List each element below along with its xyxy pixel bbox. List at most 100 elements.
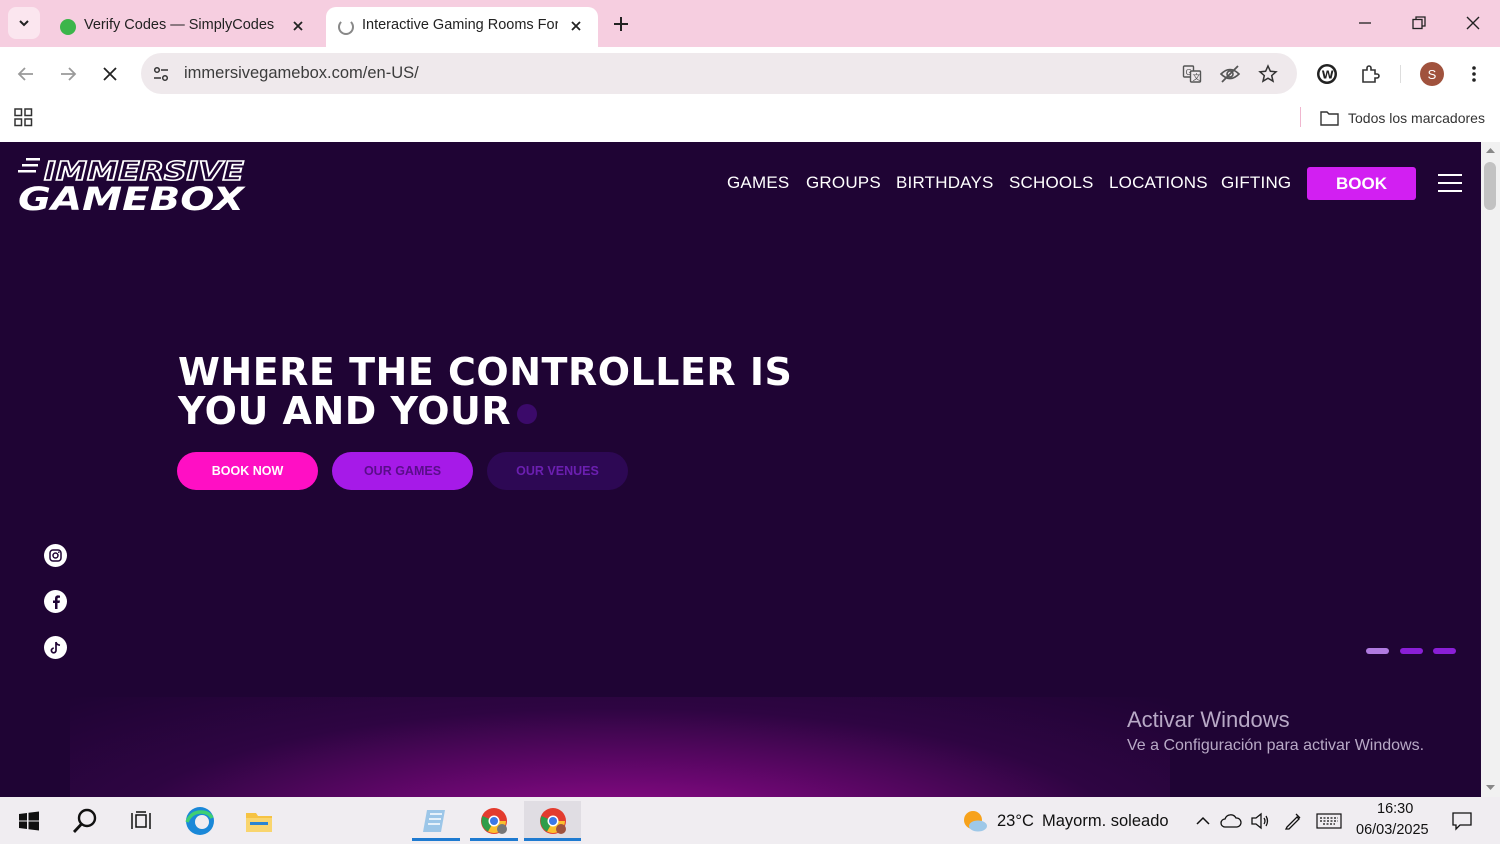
running-indicator [524, 838, 581, 841]
weather-description[interactable]: Mayorm. soleado [1042, 812, 1169, 831]
chrome-app-icon-active[interactable] [524, 801, 581, 841]
bottom-glow [70, 697, 1170, 797]
avatar: S [1420, 62, 1444, 86]
notepad-app-icon[interactable] [412, 801, 460, 841]
tab-search-button[interactable] [8, 7, 40, 39]
close-tab-icon[interactable] [566, 16, 586, 36]
extension-wordpress-icon[interactable]: W [1314, 61, 1340, 87]
apps-grid-icon[interactable] [14, 108, 33, 132]
restore-icon [1412, 16, 1426, 30]
minimize-icon [1359, 22, 1371, 24]
windows-start-icon[interactable] [14, 801, 44, 841]
svg-text:文: 文 [1193, 72, 1201, 82]
menu-kebab-icon[interactable] [1461, 61, 1487, 87]
running-indicator [412, 838, 460, 841]
bookmark-star-icon[interactable] [1257, 63, 1279, 85]
close-icon [1466, 16, 1480, 30]
our-venues-button[interactable]: OUR VENUES [487, 452, 628, 490]
nav-groups[interactable]: GROUPS [806, 173, 881, 193]
close-window-button[interactable] [1453, 8, 1493, 38]
pen-icon[interactable] [1281, 801, 1305, 841]
edge-browser-icon[interactable] [183, 801, 217, 841]
our-games-button[interactable]: OUR GAMES [332, 452, 473, 490]
folder-icon [1320, 111, 1339, 126]
stop-loading-button[interactable] [97, 61, 123, 87]
scroll-down-icon[interactable] [1486, 784, 1495, 791]
close-tab-icon[interactable] [288, 16, 308, 36]
nav-gifting[interactable]: GIFTING [1221, 173, 1291, 193]
all-bookmarks-label: Todos los marcadores [1348, 110, 1485, 126]
carousel-dot-2[interactable] [1400, 648, 1423, 654]
instagram-icon[interactable] [44, 544, 67, 567]
nav-locations[interactable]: LOCATIONS [1109, 173, 1208, 193]
simplycodes-icon [60, 19, 76, 35]
onedrive-cloud-icon[interactable] [1219, 801, 1243, 841]
carousel-dot-3[interactable] [1433, 648, 1456, 654]
close-icon [103, 67, 117, 81]
clock-date[interactable]: 06/03/2025 [1356, 822, 1429, 838]
plus-icon [614, 17, 628, 31]
new-tab-button[interactable] [608, 11, 634, 37]
windows-activation-watermark: Activar Windows Ve a Configuración para … [1127, 707, 1424, 755]
toolbar-divider [1400, 65, 1401, 83]
svg-text:W: W [1322, 68, 1334, 81]
restore-button[interactable] [1399, 8, 1439, 38]
profile-avatar[interactable]: S [1419, 61, 1445, 87]
watermark-title: Activar Windows [1127, 707, 1290, 732]
tiktok-icon[interactable] [44, 636, 67, 659]
hero-line1: WHERE THE CONTROLLER IS [178, 350, 793, 394]
nav-schools[interactable]: SCHOOLS [1009, 173, 1094, 193]
file-explorer-icon[interactable] [242, 801, 276, 841]
arrow-right-icon [61, 67, 77, 81]
nav-games[interactable]: GAMES [727, 173, 789, 193]
windows-taskbar: 23°C Mayorm. soleado 16:30 06/03/2025 [0, 797, 1500, 844]
task-view-icon[interactable] [124, 801, 158, 841]
tab-simplycodes[interactable]: Verify Codes — SimplyCodes [48, 7, 320, 47]
url-text: immersivegamebox.com/en-US/ [184, 64, 419, 82]
tab-title: Interactive Gaming Rooms For / [362, 17, 558, 33]
keyboard-icon[interactable] [1314, 801, 1344, 841]
carousel-dot-1[interactable] [1366, 648, 1389, 654]
back-button[interactable] [13, 61, 39, 87]
book-button[interactable]: BOOK [1307, 167, 1416, 200]
page-scrollbar[interactable] [1481, 142, 1500, 797]
all-bookmarks-button[interactable]: Todos los marcadores [1320, 108, 1485, 128]
weather-temperature[interactable]: 23°C [997, 812, 1034, 831]
running-indicator [470, 838, 518, 841]
hero-line2: YOU AND YOUR [178, 389, 512, 433]
logo-line2: GAMEBOX [18, 180, 246, 214]
facebook-icon[interactable] [44, 590, 67, 613]
search-icon[interactable] [68, 801, 102, 841]
extensions-puzzle-icon[interactable] [1357, 61, 1383, 87]
chevron-up-icon[interactable] [1192, 801, 1214, 841]
site-logo[interactable]: IMMERSIVE GAMEBOX [18, 154, 248, 218]
scrollbar-thumb[interactable] [1484, 162, 1496, 210]
chrome-app-icon[interactable] [470, 801, 518, 841]
site-settings-icon[interactable] [150, 63, 172, 85]
typing-cursor [517, 403, 538, 424]
notifications-icon[interactable] [1448, 801, 1476, 841]
book-now-button[interactable]: BOOK NOW [177, 452, 318, 490]
eye-off-icon[interactable] [1219, 63, 1241, 85]
hamburger-menu-icon[interactable] [1438, 173, 1463, 193]
speaker-volume-icon[interactable] [1248, 801, 1272, 841]
bookmarks-bar: Todos los marcadores [0, 101, 1500, 142]
tab-immersive-gamebox[interactable]: Interactive Gaming Rooms For / [326, 7, 598, 47]
arrow-left-icon [17, 67, 33, 81]
tab-strip: Verify Codes — SimplyCodes Interactive G… [0, 0, 1500, 47]
forward-button[interactable] [55, 61, 81, 87]
translate-icon[interactable]: G文 [1181, 63, 1203, 85]
website-viewport: IMMERSIVE GAMEBOX GAMES GROUPS BIRTHDAYS… [0, 142, 1481, 797]
svg-text:G: G [1186, 68, 1192, 77]
tab-title: Verify Codes — SimplyCodes [84, 17, 275, 33]
hero-heading: WHERE THE CONTROLLER IS YOU AND YOUR [178, 353, 792, 431]
loading-spinner-icon [338, 19, 354, 35]
scroll-up-icon[interactable] [1486, 147, 1495, 154]
chevron-down-icon [19, 20, 29, 27]
nav-birthdays[interactable]: BIRTHDAYS [896, 173, 994, 193]
address-bar[interactable]: immersivegamebox.com/en-US/ G文 [141, 53, 1297, 94]
minimize-button[interactable] [1345, 8, 1385, 38]
clock-time[interactable]: 16:30 [1377, 801, 1413, 817]
weather-sun-icon[interactable] [960, 801, 990, 841]
browser-toolbar: immersivegamebox.com/en-US/ G文 W S [0, 47, 1500, 101]
